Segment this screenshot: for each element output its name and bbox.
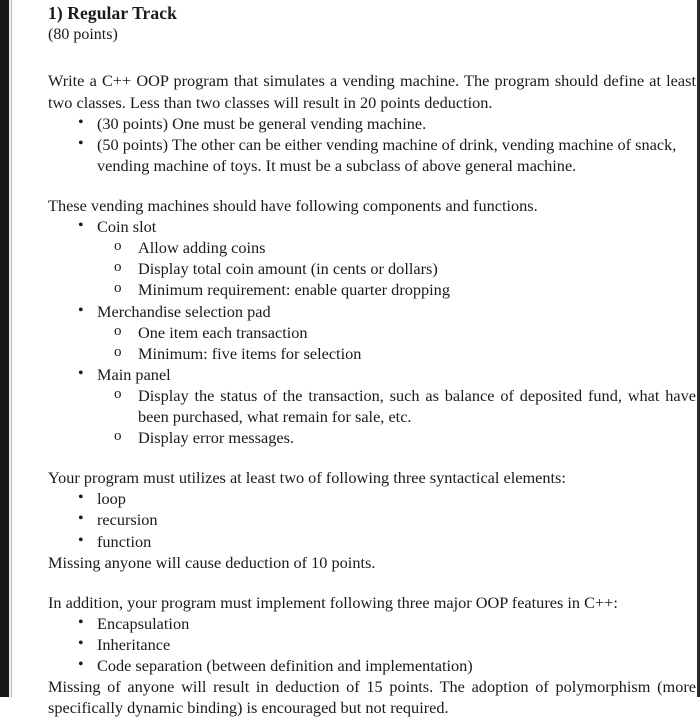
list-item: • (30 points) One must be general vendin… <box>48 113 696 134</box>
list-item-label: Minimum requirement: enable quarter drop… <box>138 280 450 300</box>
list-item: o Display error messages. <box>97 427 696 448</box>
components-list: • Coin slot o Allow adding coins o Displ… <box>48 216 696 448</box>
list-item: • loop <box>48 488 696 509</box>
bullet-filled-icon: • <box>78 510 84 528</box>
oop-penalty: Missing of anyone will result in deducti… <box>48 677 696 718</box>
list-item: • Code separation (between definition an… <box>48 655 696 676</box>
list-item: • function <box>48 531 696 552</box>
bullet-filled-icon: • <box>78 301 84 319</box>
list-item-label: Minimum: five items for selection <box>138 343 362 363</box>
list-item-label: (50 points) The other can be either vend… <box>97 134 677 175</box>
scan-edge-artifact-left <box>0 0 9 697</box>
list-item: o Display total coin amount (in cents or… <box>97 258 696 279</box>
list-item-label: One item each transaction <box>138 322 308 342</box>
bullet-hollow-icon: o <box>114 385 122 402</box>
bullet-filled-icon: • <box>78 635 84 653</box>
list-item-label: recursion <box>97 510 158 530</box>
list-item: • Inheritance <box>48 634 696 655</box>
page-border-left <box>11 0 12 697</box>
list-item-label: function <box>97 531 152 551</box>
bullet-hollow-icon: o <box>114 428 122 445</box>
list-item-label: Main panel <box>97 364 171 384</box>
list-item: • (50 points) The other can be either ve… <box>48 134 696 176</box>
oop-lead: In addition, your program must implement… <box>48 592 618 612</box>
list-item: o One item each transaction <box>97 322 696 343</box>
bullet-filled-icon: • <box>78 364 84 382</box>
list-item: o Display the status of the transaction,… <box>97 385 696 427</box>
document-content: 1) Regular Track (80 points) Write a C++… <box>48 3 696 719</box>
list-item-label: Encapsulation <box>97 613 190 633</box>
bullet-filled-icon: • <box>78 489 84 507</box>
list-item-label: Display error messages. <box>138 428 294 448</box>
oop-features-list: • Encapsulation • Inheritance • Code sep… <box>48 613 696 676</box>
list-item: • Encapsulation <box>48 613 696 634</box>
bullet-hollow-icon: o <box>114 322 122 339</box>
bullet-filled-icon: • <box>78 613 84 631</box>
bullet-filled-icon: • <box>78 217 84 235</box>
bullet-filled-icon: • <box>78 134 84 152</box>
list-item: o Minimum: five items for selection <box>97 343 696 364</box>
components-lead: These vending machines should have follo… <box>48 195 538 215</box>
list-item: • recursion <box>48 509 696 530</box>
bullet-filled-icon: • <box>78 531 84 549</box>
syntactical-lead: Your program must utilizes at least two … <box>48 468 566 488</box>
list-item-label: Inheritance <box>97 635 171 655</box>
list-item-label: loop <box>97 489 126 509</box>
syntactical-penalty: Missing anyone will cause deduction of 1… <box>48 552 376 572</box>
bullet-filled-icon: • <box>78 656 84 674</box>
list-item-label: Code separation (between definition and … <box>97 656 473 676</box>
list-item-label: Coin slot <box>97 217 157 237</box>
list-item: o Minimum requirement: enable quarter dr… <box>97 279 696 300</box>
bullet-hollow-icon: o <box>114 238 122 255</box>
list-item-label: Merchandise selection pad <box>97 301 271 321</box>
points-subtitle: (80 points) <box>48 26 118 44</box>
bullet-hollow-icon: o <box>114 259 122 276</box>
document-page: 1) Regular Track (80 points) Write a C++… <box>14 0 697 717</box>
sub-list: o Allow adding coins o Display total coi… <box>97 237 696 300</box>
sub-list: o Display the status of the transaction,… <box>97 385 696 448</box>
list-item-label: Display total coin amount (in cents or d… <box>138 259 438 279</box>
sub-list: o One item each transaction o Minimum: f… <box>97 322 696 364</box>
intro-bullet-list: • (30 points) One must be general vendin… <box>48 113 696 176</box>
list-item: o Allow adding coins <box>97 237 696 258</box>
intro-paragraph: Write a C++ OOP program that simulates a… <box>48 71 696 112</box>
page-title: 1) Regular Track <box>48 3 177 23</box>
bullet-filled-icon: • <box>78 113 84 131</box>
bullet-hollow-icon: o <box>114 343 122 360</box>
bullet-hollow-icon: o <box>114 280 122 297</box>
list-item: • Coin slot o Allow adding coins o Displ… <box>48 216 696 300</box>
list-item: • Main panel o Display the status of the… <box>48 364 696 448</box>
list-item-label: (30 points) One must be general vending … <box>97 113 427 133</box>
list-item-label: Allow adding coins <box>138 238 266 258</box>
syntactical-elements-list: • loop • recursion • function <box>48 488 696 551</box>
list-item: • Merchandise selection pad o One item e… <box>48 301 696 364</box>
list-item-label: Display the status of the transaction, s… <box>138 385 696 426</box>
